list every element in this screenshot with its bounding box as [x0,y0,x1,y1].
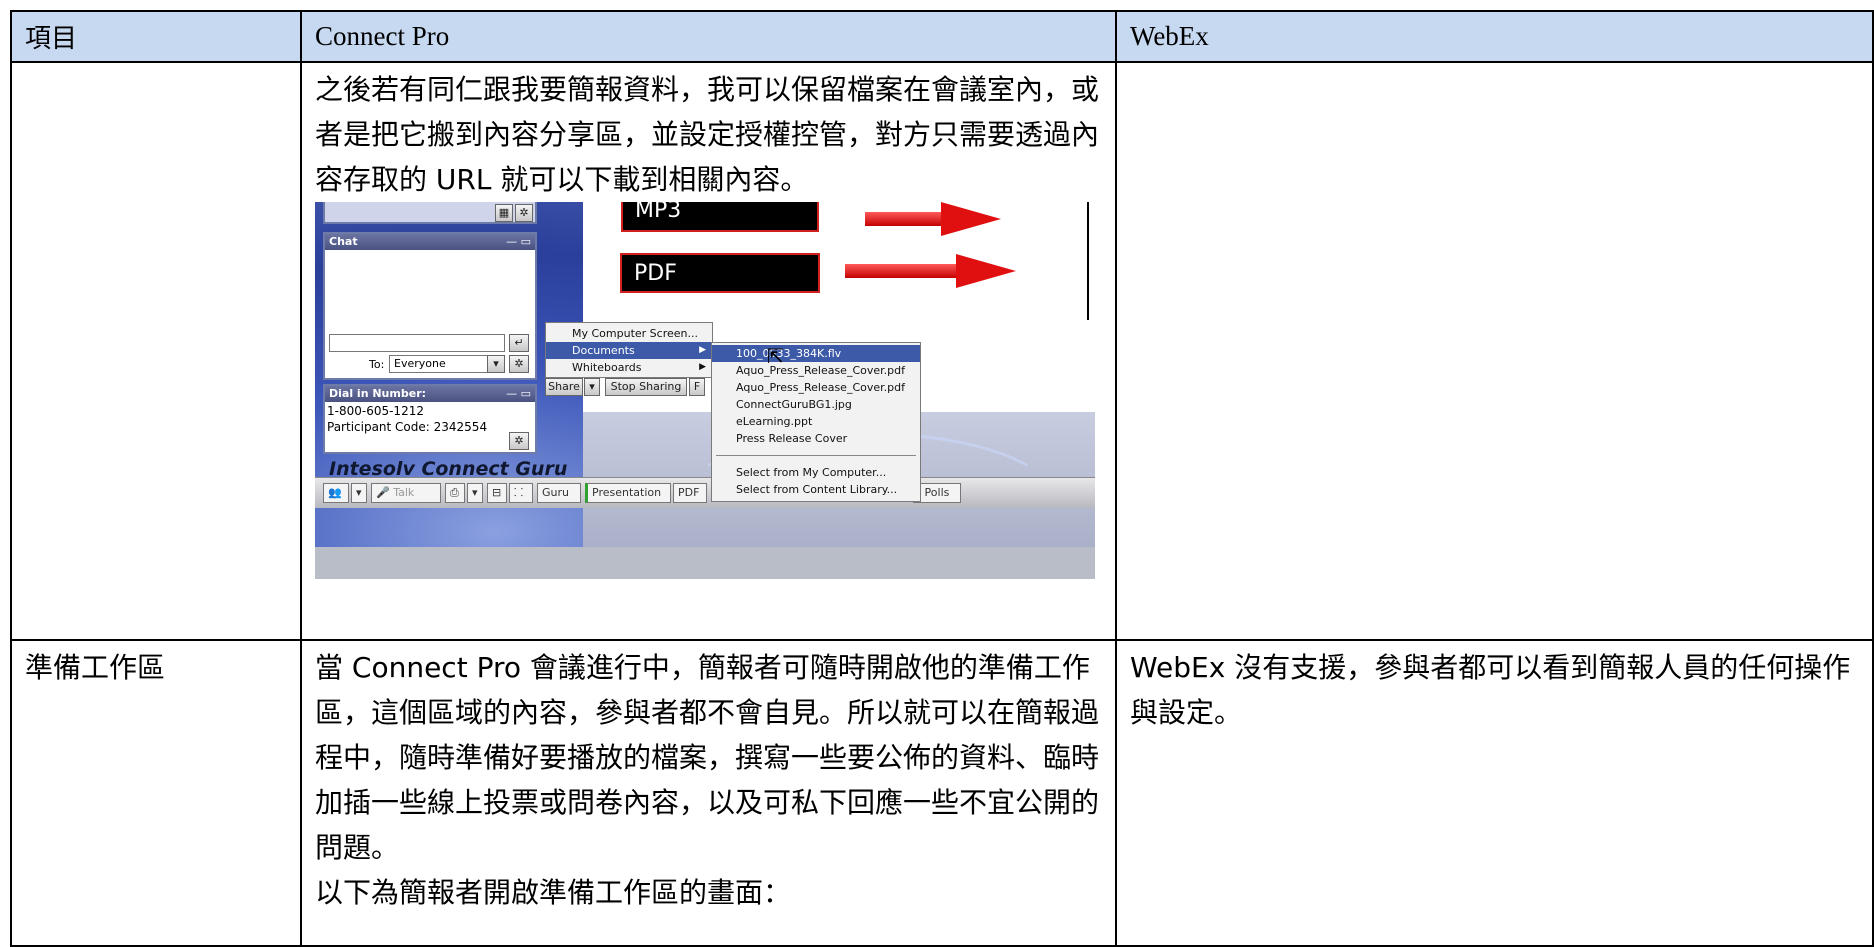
submenu-arrow-icon: ▶ [699,362,706,372]
chevron-down-icon[interactable]: ▾ [487,355,505,373]
list-item[interactable]: Aquo_Press_Release_Cover.pdf [712,362,920,379]
lock-icon[interactable]: ⊟ [487,483,507,503]
menu-divider [716,455,916,456]
tab-guru[interactable]: Guru [537,483,581,503]
list-item[interactable]: eLearning.ppt [712,413,920,430]
connect-pro-screenshot: MP3 PDF ▦ ✲ Chat — ▭ ↵ To: Everyone ▾ ✲ … [315,202,1095,579]
share-button[interactable]: Share [545,378,583,396]
red-arrow-icon [865,202,1001,236]
mp3-box: MP3 [621,202,819,232]
bottom-toolbar: 👥 ▾ 🎤 Talk ⎙ ▾ ⊟ ⸬ Guru Presentation PDF… [315,477,1095,508]
camera-icon[interactable]: ⎙ [445,483,465,503]
list-item[interactable]: 100_0533_384K.flv [712,345,920,362]
row2-webex-cell: WebEx 沒有支援，參與者都可以看到簡報人員的任何操作與設定。 [1115,639,1874,947]
menu-item-whiteboards[interactable]: Whiteboards ▶ [546,359,712,376]
list-item[interactable]: Aquo_Press_Release_Cover.pdf [712,379,920,396]
chat-input[interactable] [329,334,505,352]
gear-icon[interactable]: ✲ [509,432,529,450]
more-button[interactable]: F [689,378,705,396]
row1-item-cell [10,61,302,641]
row2-connect-text2: 以下為簡報者開啟準備工作區的畫面： [315,876,792,909]
header-webex: WebEx [1115,10,1874,63]
pod-window-controls-icon[interactable]: — ▭ [506,386,531,402]
chevron-down-icon[interactable]: ▾ [351,483,367,503]
list-item[interactable]: Press Release Cover [712,430,920,447]
stop-sharing-button[interactable]: Stop Sharing [605,378,687,396]
dial-in-title: Dial in Number: [329,387,427,400]
to-label: To: [369,358,385,371]
submenu-arrow-icon: ▶ [699,345,706,355]
dial-number: 1-800-605-1212 [327,404,424,418]
participant-code: Participant Code: 2342554 [327,420,488,434]
chat-pod: Chat — ▭ ↵ To: Everyone ▾ ✲ [323,232,537,380]
header-row: 項目 Connect Pro WebEx [10,10,1874,63]
red-arrow-icon [845,254,1016,288]
gear-icon[interactable]: ✲ [515,204,533,222]
table-row: 之後若有同仁跟我要簡報資料，我可以保留檔案在會議室內，或者是把它搬到內容分享區，… [10,61,1874,641]
list-item[interactable]: ConnectGuruBG1.jpg [712,396,920,413]
row2-connect-text: 當 Connect Pro 會議進行中，簡報者可隨時開啟他的準備工作區，這個區域… [315,651,1100,864]
comparison-table: 項目 Connect Pro WebEx 之後若有同仁跟我要簡報資料，我可以保留… [10,10,1874,947]
menu-item-select-from-library[interactable]: Select from Content Library... [712,481,920,498]
header-connect-pro: Connect Pro [300,10,1117,63]
share-menu: My Computer Screen... Documents ▶ Whitebo… [545,322,713,378]
people-icon[interactable]: 👥 [323,483,349,503]
table-row: 準備工作區 當 Connect Pro 會議進行中，簡報者可隨時開啟他的準備工作… [10,639,1874,947]
gear-icon[interactable]: ✲ [509,355,529,373]
menu-item-select-from-computer[interactable]: Select from My Computer... [712,464,920,481]
row1-connect-text: 之後若有同仁跟我要簡報資料，我可以保留檔案在會議室內，或者是把它搬到內容分享區，… [315,73,1100,196]
row2-item-cell: 準備工作區 [10,639,302,947]
chat-title: Chat [329,235,358,248]
chevron-down-icon[interactable]: ▾ [584,378,600,396]
pdf-box: PDF [620,253,820,293]
talk-button[interactable]: 🎤 Talk [371,483,441,503]
menu-item-my-computer-screen[interactable]: My Computer Screen... [546,325,712,342]
row2-connect-cell: 當 Connect Pro 會議進行中，簡報者可隨時開啟他的準備工作區，這個區域… [300,639,1117,947]
canvas-divider [1087,202,1089,320]
tab-pdf[interactable]: PDF [673,483,707,503]
row2-item: 準備工作區 [25,651,166,684]
enter-icon[interactable]: ↵ [509,334,529,352]
dial-in-pod: Dial in Number: — ▭ 1-800-605-1212 Partic… [323,384,537,454]
menu-item-documents[interactable]: Documents ▶ [546,342,712,359]
row1-connect-cell: 之後若有同仁跟我要簡報資料，我可以保留檔案在會議室內，或者是把它搬到內容分享區，… [300,61,1117,641]
layout-icon[interactable]: ▦ [495,204,513,222]
mouse-cursor-icon: ⇱ [767,344,784,368]
documents-submenu: 100_0533_384K.flv Aquo_Press_Release_Cov… [711,342,921,502]
top-pod: ▦ ✲ [323,202,537,224]
row2-webex-text: WebEx 沒有支援，參與者都可以看到簡報人員的任何操作與設定。 [1130,651,1851,729]
pod-window-controls-icon[interactable]: — ▭ [506,234,531,250]
tab-presentation[interactable]: Presentation [585,483,671,503]
scatter-icon[interactable]: ⸬ [509,483,533,503]
chevron-down-icon[interactable]: ▾ [467,483,483,503]
header-item: 項目 [10,10,302,63]
row1-webex-cell [1115,61,1874,641]
